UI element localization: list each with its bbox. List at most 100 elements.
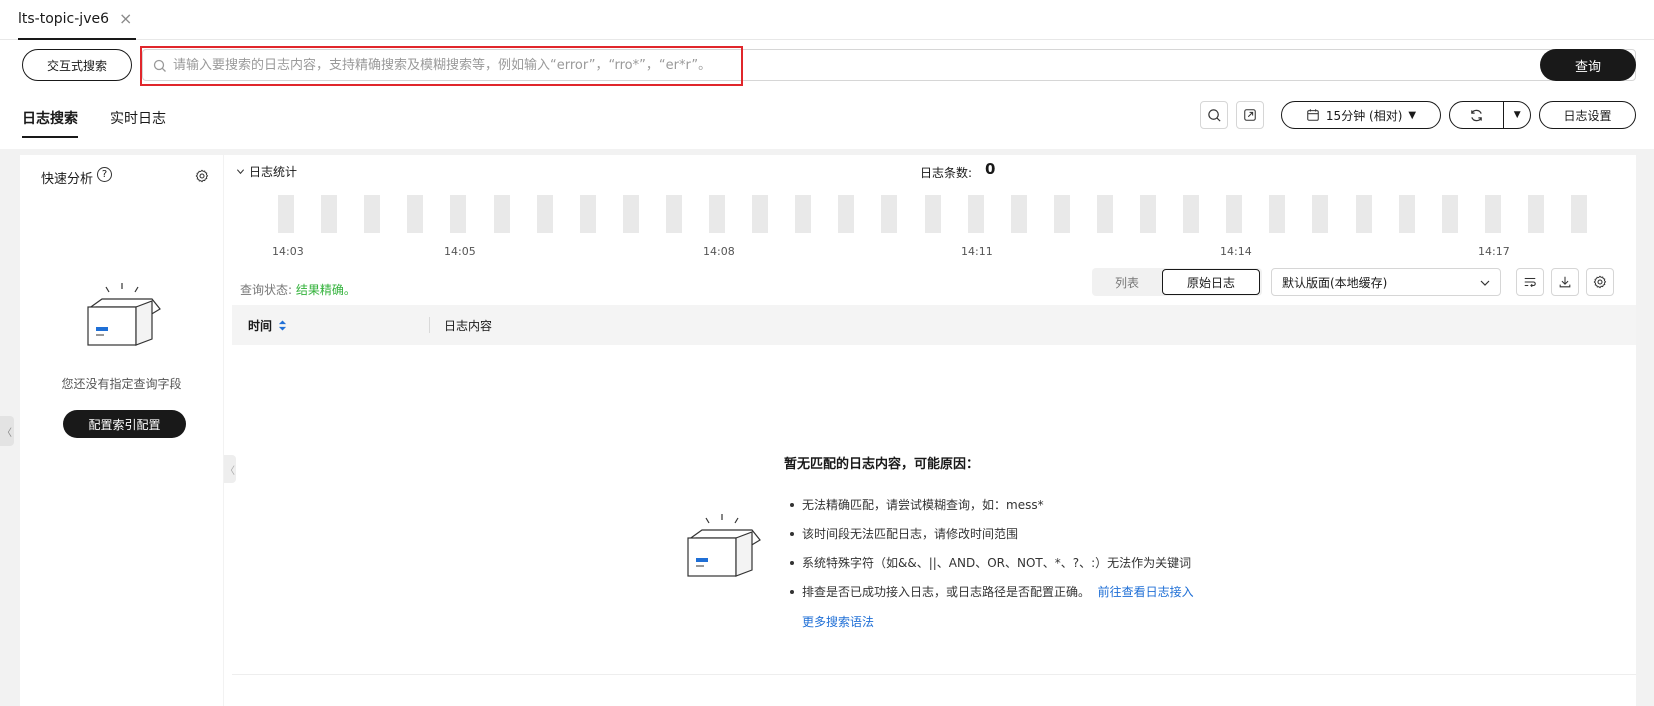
histogram-bar	[622, 195, 639, 233]
collapse-panel-handle[interactable]: 〈	[224, 455, 236, 483]
query-status-label: 查询状态:	[240, 283, 293, 297]
refresh-group: ▼	[1449, 101, 1531, 129]
divider	[232, 674, 1636, 675]
gear-icon	[1593, 275, 1607, 289]
collapse-left-handle[interactable]: 〈	[0, 416, 14, 446]
empty-reasons: 无法精确匹配，请尝试模糊查询，如：mess* 该时间段无法匹配日志，请修改时间范…	[790, 490, 1194, 606]
histogram-bar	[881, 195, 898, 233]
list-item: 系统特殊字符（如&&、||、AND、OR、NOT、*、?、:）无法作为关键词	[790, 548, 1194, 577]
wrap-lines-button[interactable]	[1516, 268, 1544, 296]
time-tick: 14:05	[444, 245, 476, 258]
share-button[interactable]	[1236, 101, 1264, 129]
histogram-bar	[1527, 195, 1544, 233]
histogram-bar	[665, 195, 682, 233]
time-tick: 14:03	[272, 245, 304, 258]
log-access-link[interactable]: 前往查看日志接入	[1098, 583, 1194, 600]
gear-icon[interactable]	[195, 169, 209, 183]
chevron-down-icon	[1480, 280, 1490, 286]
search-icon	[153, 59, 166, 72]
calendar-icon	[1307, 109, 1319, 121]
histogram-bar	[1140, 195, 1156, 233]
histogram-bar	[1226, 195, 1243, 233]
log-count-label: 日志条数:	[920, 166, 973, 180]
histogram-bar	[1269, 195, 1286, 233]
download-icon	[1559, 276, 1571, 288]
list-item: 无法精确匹配，请尝试模糊查询，如：mess*	[790, 490, 1194, 519]
interactive-search-button[interactable]: 交互式搜索	[22, 49, 132, 81]
histogram-bar	[1312, 195, 1329, 233]
column-content: 日志内容	[444, 319, 493, 333]
histogram-bar	[579, 195, 596, 233]
histogram-bar	[795, 195, 812, 233]
histogram-bar	[709, 195, 725, 233]
layout-select[interactable]: 默认版面(本地缓存)	[1271, 268, 1501, 296]
empty-box-icon	[687, 514, 761, 577]
histogram-bar	[364, 195, 381, 233]
no-fields-text: 您还没有指定查询字段	[61, 377, 182, 391]
view-raw-button[interactable]: 原始日志	[1162, 269, 1260, 295]
histogram-bar	[967, 195, 984, 233]
tab-title: lts-topic-jve6	[18, 11, 109, 27]
quick-analysis-title: 快速分析	[41, 172, 94, 187]
histogram-bars	[278, 195, 1587, 233]
layout-select-value: 默认版面(本地缓存)	[1282, 275, 1388, 290]
sub-tabs: 日志搜索 实时日志	[22, 108, 166, 138]
histogram-bar	[493, 195, 510, 233]
histogram-bar	[1183, 195, 1200, 233]
view-list-button[interactable]: 列表	[1092, 268, 1162, 296]
histogram-bar	[752, 195, 769, 233]
log-table-header: 时间 日志内容	[232, 305, 1636, 345]
close-icon[interactable]: ×	[119, 11, 132, 27]
histogram-bar	[536, 195, 553, 233]
histogram-bar	[450, 195, 467, 233]
histogram-bar	[1484, 195, 1501, 233]
query-button[interactable]: 查询	[1540, 49, 1636, 81]
histogram-bar	[321, 195, 338, 233]
refresh-dropdown[interactable]: ▼	[1504, 102, 1530, 128]
download-button[interactable]	[1551, 268, 1579, 296]
config-index-button[interactable]: 配置索引配置	[63, 410, 186, 438]
log-stats-toggle[interactable]: 日志统计	[236, 163, 297, 180]
help-icon[interactable]: ?	[97, 167, 112, 182]
time-tick: 14:08	[703, 245, 735, 258]
query-status-value: 结果精确。	[295, 283, 356, 297]
reason-text: 无法精确匹配，请尝试模糊查询，如：mess*	[802, 498, 1044, 512]
search-icon	[1207, 108, 1221, 122]
external-link-icon	[1244, 109, 1256, 121]
tab-lts-topic[interactable]: lts-topic-jve6 ×	[18, 0, 137, 40]
empty-title: 暂无匹配的日志内容，可能原因：	[784, 457, 980, 472]
log-count-value: 0	[985, 160, 996, 178]
histogram-bar	[1571, 195, 1587, 233]
search-input[interactable]	[173, 51, 1473, 79]
histogram-bar	[1096, 195, 1113, 233]
refresh-icon	[1471, 109, 1482, 121]
reason-text: 排查是否已成功接入日志，或日志路径是否配置正确。	[802, 585, 1091, 599]
refresh-button[interactable]	[1450, 102, 1505, 128]
log-main-panel: 日志统计 日志条数: 0 14:03 14:05 14:08 14:11 14:…	[224, 155, 1636, 706]
tab-bar: lts-topic-jve6 ×	[0, 0, 1654, 40]
log-stats-label: 日志统计	[249, 165, 298, 179]
tab-realtime-log[interactable]: 实时日志	[110, 108, 166, 138]
histogram-bar	[924, 195, 941, 233]
search-box[interactable]	[142, 49, 1636, 81]
search-icon-button[interactable]	[1200, 101, 1228, 129]
tab-log-search[interactable]: 日志搜索	[22, 108, 78, 138]
sort-icon[interactable]	[278, 319, 287, 332]
quick-analysis-panel: 快速分析 ? 您还没有指定查询字段 配置索引配置	[20, 155, 223, 706]
time-tick: 14:14	[1220, 245, 1252, 258]
histogram-bar	[1398, 195, 1415, 233]
histogram-bar	[278, 195, 294, 233]
wrap-icon	[1524, 277, 1536, 288]
time-range-button[interactable]: 15分钟 (相对) ▼	[1281, 101, 1441, 129]
reason-text: 该时间段无法匹配日志，请修改时间范围	[802, 527, 1019, 541]
histogram-bar	[1010, 195, 1027, 233]
query-status: 查询状态: 结果精确。	[240, 281, 356, 298]
caret-down-icon: ▼	[1408, 109, 1417, 121]
log-settings-button[interactable]: 日志设置	[1539, 101, 1636, 129]
column-time-label: 时间	[248, 319, 273, 333]
more-syntax-link[interactable]: 更多搜索语法	[802, 613, 874, 630]
chevron-down-icon	[236, 169, 245, 175]
view-toggle: 列表 原始日志	[1092, 268, 1262, 296]
column-time[interactable]: 时间	[248, 317, 287, 334]
table-settings-button[interactable]	[1586, 268, 1614, 296]
